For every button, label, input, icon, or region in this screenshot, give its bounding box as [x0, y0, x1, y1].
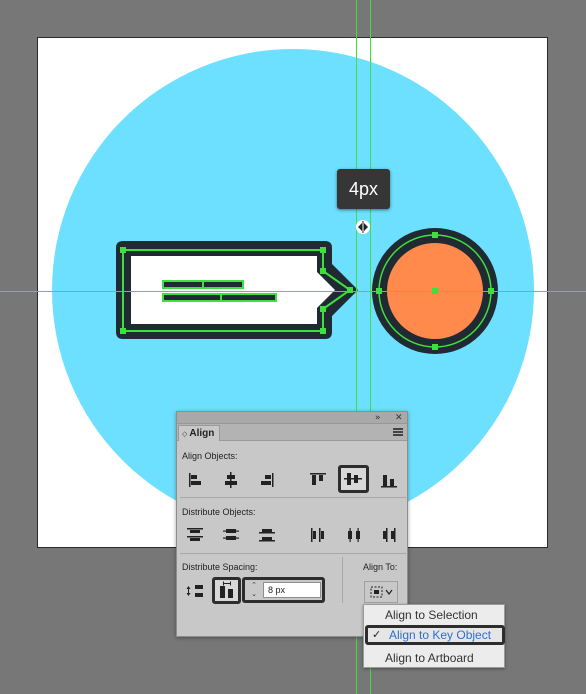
distribute-objects-label: Distribute Objects: — [182, 507, 256, 517]
horizontal-distribute-space-icon[interactable] — [212, 577, 241, 604]
align-to-dropdown[interactable] — [364, 581, 398, 603]
speech-bubble-body — [131, 256, 335, 324]
distribute-spacing-label: Distribute Spacing: — [182, 562, 258, 572]
vertical-distribute-center-icon[interactable] — [219, 524, 243, 546]
panel-vertical-divider — [342, 557, 343, 603]
vertical-align-center-icon[interactable] — [338, 465, 369, 493]
panel-divider — [180, 497, 406, 498]
align-to-menu: Align to Selection ✓ Align to Key Object… — [363, 604, 505, 668]
panel-divider — [180, 553, 406, 554]
spacing-stepper[interactable]: ⌃ ⌄ 8 px — [242, 577, 325, 603]
vertical-distribute-top-icon[interactable] — [183, 524, 207, 546]
horizontal-align-right-icon[interactable] — [255, 469, 279, 491]
vertical-distribute-bottom-icon[interactable] — [255, 524, 279, 546]
horizontal-align-center-icon[interactable] — [219, 469, 243, 491]
vertical-align-top-icon[interactable] — [306, 469, 330, 491]
tab-align-label: Align — [189, 428, 215, 439]
align-objects-label: Align Objects: — [182, 451, 238, 461]
checkmark-icon: ✓ — [372, 628, 382, 641]
text-line-bottom[interactable] — [162, 293, 277, 302]
menu-item-align-to-artboard[interactable]: Align to Artboard — [364, 648, 504, 668]
align-to-key-object-icon — [370, 586, 393, 598]
menu-item-label: Align to Key Object — [389, 628, 492, 642]
align-to-label: Align To: — [363, 562, 398, 572]
menu-item-align-to-key-object[interactable]: ✓ Align to Key Object — [365, 625, 505, 645]
spacing-input[interactable]: 8 px — [263, 582, 321, 598]
tab-expand-icon[interactable]: ◇ — [182, 430, 187, 438]
horizontal-distribute-right-icon[interactable] — [377, 524, 401, 546]
vertical-align-bottom-icon[interactable] — [377, 469, 401, 491]
vertical-distribute-space-icon[interactable] — [183, 580, 207, 602]
distance-tooltip: 4px — [337, 169, 390, 209]
horizontal-distribute-left-icon[interactable] — [306, 524, 330, 546]
close-panel-icon[interactable]: ✕ — [395, 412, 403, 424]
resize-cursor-icon — [356, 220, 370, 234]
panel-tab-bar: ◇ Align — [177, 424, 407, 441]
tab-align[interactable]: ◇ Align — [178, 425, 220, 441]
panel-title-bar[interactable]: » ✕ — [177, 412, 407, 424]
panel-menu-icon[interactable] — [393, 428, 403, 436]
spacing-stepper-arrows-icon[interactable]: ⌃ ⌄ — [247, 581, 261, 599]
menu-item-align-to-selection[interactable]: Align to Selection — [364, 605, 504, 625]
collapse-panel-icon[interactable]: » — [375, 412, 381, 424]
horizontal-distribute-center-icon[interactable] — [342, 524, 366, 546]
horizontal-align-left-icon[interactable] — [183, 469, 207, 491]
